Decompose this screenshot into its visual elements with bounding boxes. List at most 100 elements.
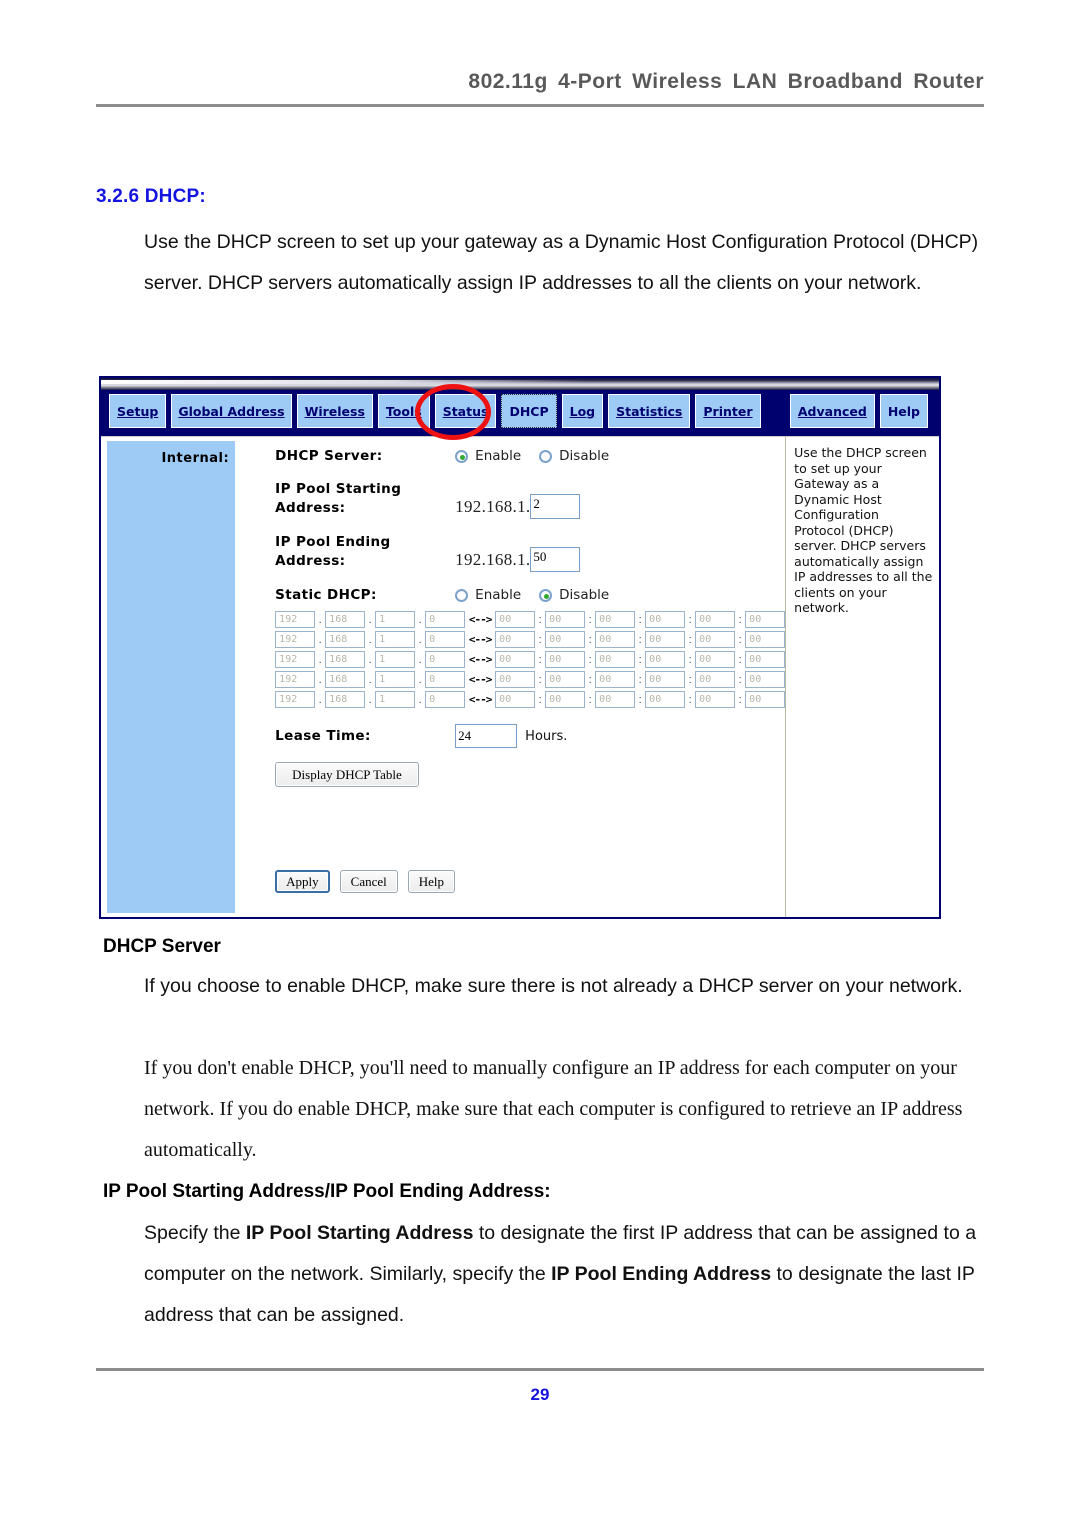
ip-pool-subheading: IP Pool Starting Address/IP Pool Ending …: [103, 1181, 551, 1202]
pool-start-label: IP Pool Starting Address:: [275, 481, 402, 516]
static-dhcp-ip-octet-input[interactable]: 1: [375, 671, 416, 688]
mac-separator: :: [688, 673, 692, 686]
static-dhcp-mac-octet-input[interactable]: 00: [595, 691, 636, 708]
dhcp-server-enable-option[interactable]: Enable: [455, 448, 521, 464]
nav-tab-tools[interactable]: Tools: [377, 394, 430, 428]
link-arrow-icon: <-->: [468, 613, 493, 626]
static-dhcp-ip-octet-input[interactable]: 192: [275, 611, 316, 628]
mac-separator: :: [688, 653, 692, 666]
static-dhcp-mac-octet-input[interactable]: 00: [595, 671, 636, 688]
ip-separator: .: [368, 633, 372, 646]
apply-button[interactable]: Apply: [275, 870, 330, 893]
static-dhcp-mac-octet-input[interactable]: 00: [495, 651, 536, 668]
static-dhcp-ip-octet-input[interactable]: 192: [275, 651, 316, 668]
nav-tab-advanced[interactable]: Advanced: [789, 394, 875, 428]
static-dhcp-mac-octet-input[interactable]: 00: [745, 651, 786, 668]
link-arrow-icon: <-->: [468, 673, 493, 686]
document-header: 802.11g 4-Port Wireless LAN Broadband Ro…: [96, 70, 984, 94]
static-dhcp-mac-octet-input[interactable]: 00: [595, 651, 636, 668]
radio-unselected-icon[interactable]: [455, 588, 469, 602]
radio-selected-icon[interactable]: [539, 588, 553, 602]
static-dhcp-mac-octet-input[interactable]: 00: [545, 691, 586, 708]
static-dhcp-ip-octet-input[interactable]: 1: [375, 651, 416, 668]
static-dhcp-mac-octet-input[interactable]: 00: [645, 611, 686, 628]
static-dhcp-ip-octet-input[interactable]: 0: [425, 691, 466, 708]
nav-tab-wireless[interactable]: Wireless: [296, 394, 373, 428]
static-dhcp-disable-option[interactable]: Disable: [539, 587, 609, 603]
pool-start-input[interactable]: 2: [530, 494, 581, 519]
nav-tab-status[interactable]: Status: [434, 394, 497, 428]
static-dhcp-ip-octet-input[interactable]: 168: [325, 671, 366, 688]
ip-separator: .: [418, 693, 422, 706]
nav-tab-setup[interactable]: Setup: [109, 394, 167, 428]
lease-time-input[interactable]: 24: [455, 724, 518, 748]
static-dhcp-ip-octet-input[interactable]: 168: [325, 691, 366, 708]
static-dhcp-mac-octet-input[interactable]: 00: [695, 671, 736, 688]
static-dhcp-mac-octet-input[interactable]: 00: [745, 611, 786, 628]
static-dhcp-mac-octet-input[interactable]: 00: [745, 671, 786, 688]
static-dhcp-ip-octet-input[interactable]: 192: [275, 631, 316, 648]
static-dhcp-enable-option[interactable]: Enable: [455, 587, 521, 603]
mac-separator: :: [688, 693, 692, 706]
static-dhcp-row: 192. 168. 1. 0 <--> 00:00:00:00:00:00: [275, 611, 786, 628]
lease-time-label: Lease Time:: [275, 728, 371, 744]
static-dhcp-ip-octet-input[interactable]: 168: [325, 631, 366, 648]
static-dhcp-mac-octet-input[interactable]: 00: [595, 631, 636, 648]
static-dhcp-ip-octet-input[interactable]: 192: [275, 691, 316, 708]
mac-separator: :: [638, 633, 642, 646]
dhcp-server-disable-option[interactable]: Disable: [539, 448, 609, 464]
static-dhcp-mac-octet-input[interactable]: 00: [745, 631, 786, 648]
static-dhcp-mac-octet-input[interactable]: 00: [695, 691, 736, 708]
static-dhcp-ip-octet-input[interactable]: 168: [325, 611, 366, 628]
pool-end-input[interactable]: 50: [530, 547, 581, 572]
mac-separator: :: [738, 673, 742, 686]
mac-separator: :: [538, 633, 542, 646]
nav-tab-log[interactable]: Log: [561, 394, 604, 428]
pool-end-prefix: 192.168.1.: [455, 550, 531, 569]
nav-tab-dhcp[interactable]: DHCP: [501, 394, 557, 428]
static-dhcp-ip-octet-input[interactable]: 0: [425, 611, 466, 628]
static-dhcp-mac-octet-input[interactable]: 00: [695, 651, 736, 668]
static-dhcp-mac-octet-input[interactable]: 00: [695, 631, 736, 648]
static-dhcp-mac-octet-input[interactable]: 00: [545, 651, 586, 668]
static-dhcp-ip-octet-input[interactable]: 0: [425, 651, 466, 668]
static-dhcp-mac-octet-input[interactable]: 00: [745, 691, 786, 708]
mac-separator: :: [538, 613, 542, 626]
static-dhcp-ip-octet-input[interactable]: 0: [425, 671, 466, 688]
static-dhcp-mac-octet-input[interactable]: 00: [545, 631, 586, 648]
router-sidebar-internal: Internal:: [107, 441, 236, 913]
static-dhcp-mac-octet-input[interactable]: 00: [495, 611, 536, 628]
nav-tab-global-address[interactable]: Global Address: [171, 394, 292, 428]
nav-tab-help[interactable]: Help: [879, 394, 928, 428]
field-row-dhcp-server: DHCP Server: Enable Disable: [275, 447, 785, 466]
static-dhcp-mac-octet-input[interactable]: 00: [645, 691, 686, 708]
static-dhcp-ip-octet-input[interactable]: 0: [425, 631, 466, 648]
static-dhcp-mac-octet-input[interactable]: 00: [645, 631, 686, 648]
mac-separator: :: [688, 613, 692, 626]
static-dhcp-mac-octet-input[interactable]: 00: [545, 611, 586, 628]
static-dhcp-ip-octet-input[interactable]: 1: [375, 611, 416, 628]
static-dhcp-ip-octet-input[interactable]: 1: [375, 631, 416, 648]
nav-tab-statistics[interactable]: Statistics: [608, 394, 691, 428]
mac-separator: :: [738, 613, 742, 626]
radio-selected-icon[interactable]: [455, 449, 469, 463]
static-dhcp-ip-octet-input[interactable]: 168: [325, 651, 366, 668]
static-dhcp-mac-octet-input[interactable]: 00: [645, 671, 686, 688]
static-dhcp-ip-octet-input[interactable]: 1: [375, 691, 416, 708]
help-button[interactable]: Help: [407, 870, 456, 893]
static-dhcp-mac-octet-input[interactable]: 00: [645, 651, 686, 668]
mac-separator: :: [588, 693, 592, 706]
mac-separator: :: [588, 613, 592, 626]
ip-separator: .: [418, 613, 422, 626]
static-dhcp-mac-octet-input[interactable]: 00: [495, 671, 536, 688]
radio-unselected-icon[interactable]: [539, 449, 553, 463]
static-dhcp-ip-octet-input[interactable]: 192: [275, 671, 316, 688]
display-dhcp-table-button[interactable]: Display DHCP Table: [275, 762, 419, 787]
cancel-button[interactable]: Cancel: [339, 870, 398, 893]
static-dhcp-mac-octet-input[interactable]: 00: [495, 631, 536, 648]
static-dhcp-mac-octet-input[interactable]: 00: [495, 691, 536, 708]
static-dhcp-mac-octet-input[interactable]: 00: [695, 611, 736, 628]
static-dhcp-mac-octet-input[interactable]: 00: [595, 611, 636, 628]
static-dhcp-mac-octet-input[interactable]: 00: [545, 671, 586, 688]
nav-tab-printer[interactable]: Printer: [695, 394, 761, 428]
